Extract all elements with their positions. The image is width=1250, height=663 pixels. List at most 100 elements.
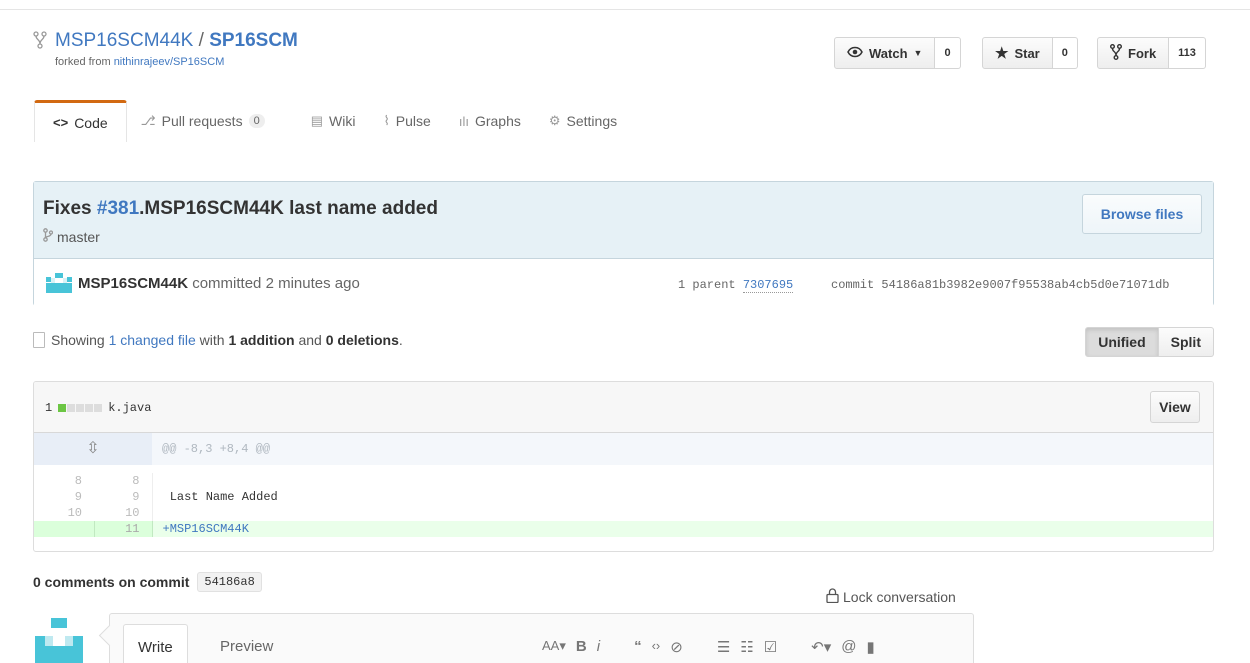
browse-files-button[interactable]: Browse files [1082, 194, 1202, 234]
bookmark-icon[interactable]: ▮ [867, 638, 875, 656]
commit-sha-value: 54186a81b3982e9007f95538ab4cb5d0e71071db [881, 278, 1170, 292]
user-avatar[interactable] [35, 618, 83, 663]
tab-pull-requests[interactable]: ⎇ Pull requests 0 [127, 100, 279, 142]
showing-label: Showing [51, 332, 109, 348]
diff-line: 9 9 Last Name Added [34, 489, 1213, 505]
commit-author: MSP16SCM44K committed 2 minutes ago [78, 275, 360, 292]
tab-wiki-label: Wiki [329, 113, 356, 129]
parent-sha-link[interactable]: 7307695 [742, 278, 794, 293]
text-size-icon[interactable]: AA▾ [542, 638, 566, 656]
short-sha: 54186a8 [197, 572, 262, 592]
new-line-number[interactable]: 8 [94, 473, 153, 489]
changed-files-link[interactable]: 1 changed file [109, 332, 196, 348]
split-button[interactable]: Split [1158, 327, 1214, 357]
commit-meta: MSP16SCM44K committed 2 minutes ago 1 pa… [34, 259, 1213, 306]
reply-icon[interactable]: ↶▾ [811, 638, 831, 656]
added-line-code: +MSP16SCM44K [152, 521, 1213, 537]
diffstat-blocks [58, 404, 103, 412]
watch-label: Watch [869, 45, 908, 61]
new-line-number[interactable]: 10 [94, 505, 153, 521]
branch-icon [43, 228, 54, 245]
preview-tab[interactable]: Preview [206, 624, 287, 663]
tab-code-label: Code [74, 114, 108, 131]
repo-name-link[interactable]: SP16SCM [209, 30, 298, 51]
bullet-list-icon[interactable]: ☰ [717, 638, 730, 656]
committed-time: committed 2 minutes ago [188, 275, 360, 292]
unified-button[interactable]: Unified [1085, 327, 1159, 357]
diff-summary-bar: Showing 1 changed file with 1 addition a… [33, 327, 1214, 357]
fork-count[interactable]: 113 [1169, 37, 1206, 69]
commit-title-area: Fixes #381.MSP16SCM44K last name added m… [34, 182, 1213, 259]
eye-icon [847, 46, 863, 61]
repo-separator: / [193, 30, 210, 51]
code-icon[interactable]: ‹› [652, 638, 661, 656]
tab-settings[interactable]: ⚙ Settings [535, 100, 631, 142]
watch-button[interactable]: Watch ▼ [834, 37, 936, 69]
diff-line: 8 8 [34, 473, 1213, 489]
tab-pull-requests-label: Pull requests [161, 113, 243, 129]
forked-from-link[interactable]: nithinrajeev/SP16SCM [114, 56, 225, 68]
star-label: Star [1014, 45, 1040, 61]
repo-forked-icon [33, 31, 47, 55]
hunk-row: ⇳ @@ -8,3 +8,4 @@ [34, 433, 1213, 465]
issue-link[interactable]: #381 [97, 198, 139, 219]
comment-editor: Write Preview AA▾ B i “ ‹› ⊘ ☰ ☷ ☑ ↶▾ @ … [109, 613, 974, 663]
parent-label: 1 parent [678, 278, 743, 292]
pull-request-icon: ⎇ [140, 113, 156, 128]
commit-title: Fixes #381.MSP16SCM44K last name added [43, 198, 438, 220]
old-line-number[interactable]: 10 [34, 505, 94, 521]
file-name-link[interactable]: k.java [108, 401, 151, 415]
new-line-number[interactable]: 11 [94, 521, 153, 537]
fork-button[interactable]: Fork [1097, 37, 1170, 69]
repo-owner-link[interactable]: MSP16SCM44K [55, 30, 193, 51]
file-diff-icon [33, 332, 45, 348]
author-name-link[interactable]: MSP16SCM44K [78, 275, 188, 292]
link-icon[interactable]: ⊘ [670, 638, 683, 656]
author-avatar[interactable] [46, 273, 72, 293]
fork-group: Fork 113 [1097, 37, 1206, 69]
file-diff: 1 k.java View ⇳ @@ -8,3 +8,4 @@ 8 8 9 9 … [33, 381, 1214, 552]
commit-title-prefix: Fixes [43, 198, 97, 219]
italic-icon[interactable]: i [597, 638, 600, 656]
pull-requests-counter: 0 [248, 114, 265, 128]
tab-pulse[interactable]: ⌇ Pulse [369, 100, 444, 142]
repo-title: MSP16SCM44K / SP16SCM [33, 30, 298, 52]
tab-settings-label: Settings [566, 113, 618, 129]
comments-count-heading: 0 comments on commit [33, 574, 190, 590]
task-list-icon[interactable]: ☑ [764, 638, 777, 656]
lock-icon [826, 588, 839, 606]
lock-conversation-button[interactable]: Lock conversation [826, 588, 956, 606]
star-count[interactable]: 0 [1052, 37, 1078, 69]
tab-wiki[interactable]: ▤ Wiki [297, 100, 370, 142]
fork-icon [1110, 43, 1122, 63]
star-icon: ★ [995, 45, 1009, 62]
fork-label: Fork [1128, 45, 1157, 61]
old-line-number[interactable]: 9 [34, 489, 94, 505]
write-tab[interactable]: Write [123, 624, 188, 663]
quote-icon[interactable]: “ [634, 638, 642, 656]
star-button[interactable]: ★ Star [982, 37, 1053, 69]
mention-icon[interactable]: @ [841, 638, 856, 656]
watch-count[interactable]: 0 [935, 37, 961, 69]
numbered-list-icon[interactable]: ☷ [740, 638, 753, 656]
repo-header: MSP16SCM44K / SP16SCM forked from nithin… [0, 11, 1250, 163]
code-icon: <> [53, 115, 69, 130]
tab-graphs[interactable]: ılı Graphs [445, 100, 535, 142]
expand-icon[interactable]: ⇳ [34, 433, 152, 465]
branch-ref[interactable]: master [43, 228, 100, 245]
line-code: Last Name Added [162, 490, 278, 504]
repo-nav: <> Code ⎇ Pull requests 0 ▤ Wiki ⌇ Pulse… [34, 100, 631, 142]
branch-name: master [57, 228, 100, 245]
old-line-number[interactable] [34, 521, 95, 537]
view-file-button[interactable]: View [1150, 391, 1200, 423]
commit-title-rest: .MSP16SCM44K last name added [139, 198, 438, 219]
old-line-number[interactable]: 8 [34, 473, 94, 489]
tab-code[interactable]: <> Code [34, 100, 127, 142]
line-code [152, 473, 1213, 489]
tab-pulse-label: Pulse [395, 113, 431, 129]
parent-info: 1 parent 7307695 [678, 278, 794, 293]
change-count: 1 [45, 401, 53, 415]
new-line-number[interactable]: 9 [94, 489, 153, 505]
bold-icon[interactable]: B [576, 638, 587, 656]
star-group: ★ Star 0 [982, 37, 1078, 69]
